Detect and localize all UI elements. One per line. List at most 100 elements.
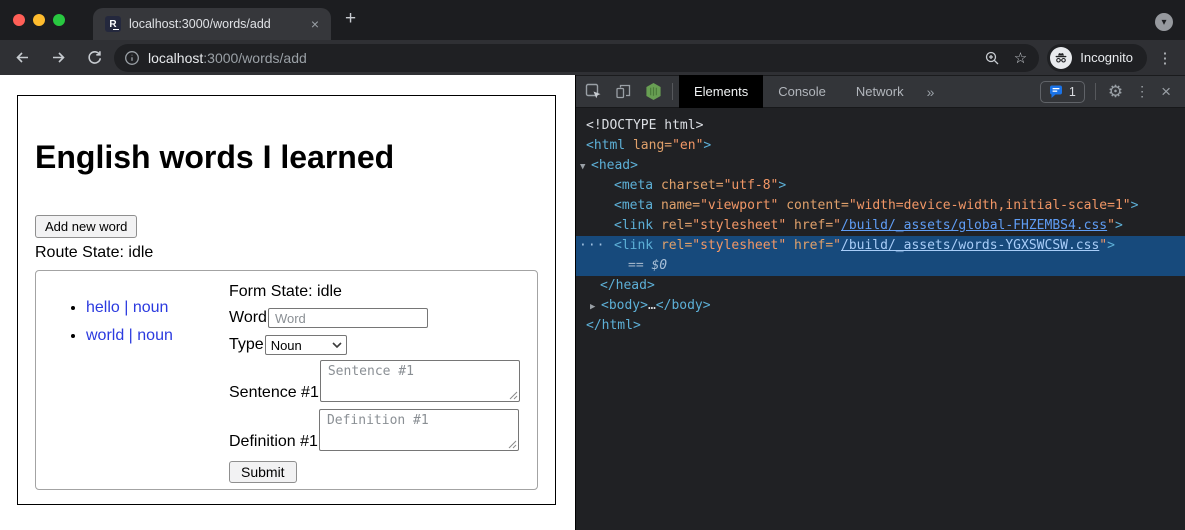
list-item: world | noun: [86, 327, 229, 345]
tab-network[interactable]: Network: [841, 75, 919, 108]
reload-icon: [86, 49, 103, 66]
code-token: ==: [628, 258, 651, 273]
browser-tab[interactable]: R localhost:3000/words/add ×: [93, 8, 331, 40]
word-label: Word: [229, 309, 267, 327]
node-hexagon-icon: [645, 82, 662, 101]
code-token: "width=device-width,initial-scale=1": [849, 198, 1131, 213]
incognito-icon: [1050, 47, 1072, 69]
code-token: <!DOCTYPE html>: [586, 118, 703, 133]
code-token: ": [833, 238, 841, 253]
tab-search-chevron-icon[interactable]: ▾: [1155, 13, 1173, 31]
code-token: content=: [778, 198, 848, 213]
word-link-world[interactable]: world | noun: [86, 327, 173, 344]
reload-button[interactable]: [78, 42, 110, 74]
dom-tree-node[interactable]: <meta name="viewport" content="width=dev…: [576, 196, 1185, 216]
device-toolbar-button[interactable]: [610, 79, 636, 105]
tab-title: localhost:3000/words/add: [129, 17, 307, 31]
list-item: hello | noun: [86, 299, 229, 317]
dom-tree-node[interactable]: ···<link rel="stylesheet" href="/build/_…: [576, 236, 1185, 256]
issues-count: 1: [1069, 85, 1076, 99]
code-token: ": [833, 218, 841, 233]
tab-console[interactable]: Console: [763, 75, 841, 108]
dom-tree-node[interactable]: ▼<head>: [576, 156, 1185, 176]
code-token: <link: [614, 218, 653, 233]
dom-tree: <!DOCTYPE html><html lang="en">▼<head><m…: [576, 108, 1185, 530]
stylesheet-link[interactable]: /build/_assets/global-FHZEMBS4.css: [841, 218, 1107, 233]
fullscreen-window-button[interactable]: [53, 14, 65, 26]
add-new-word-button[interactable]: Add new word: [35, 215, 137, 238]
incognito-label: Incognito: [1080, 50, 1133, 65]
sentence-textarea[interactable]: [320, 360, 520, 402]
tree-expand-icon[interactable]: ▼: [580, 157, 591, 177]
code-token: charset=: [653, 178, 723, 193]
sentence-label: Sentence #1: [229, 384, 319, 402]
code-token: name=: [653, 198, 700, 213]
code-token: <link: [614, 238, 653, 253]
zoom-page-button[interactable]: [984, 50, 1000, 66]
tab-elements[interactable]: Elements: [679, 75, 763, 108]
page-title: English words I learned: [35, 140, 538, 175]
code-token: >: [1131, 198, 1139, 213]
form-state-text: Form State: idle: [229, 283, 525, 301]
issues-bubble-icon: [1049, 85, 1063, 99]
dom-tree-node[interactable]: <html lang="en">: [576, 136, 1185, 156]
close-window-button[interactable]: [13, 14, 25, 26]
inspect-element-button[interactable]: [580, 79, 606, 105]
code-token: href=: [786, 218, 833, 233]
code-token: ": [1099, 238, 1107, 253]
code-token: "viewport": [700, 198, 778, 213]
code-token: <head>: [591, 158, 638, 173]
browser-menu-button[interactable]: ⋮: [1155, 49, 1175, 67]
incognito-badge: Incognito: [1047, 44, 1147, 72]
code-token: …: [648, 298, 656, 313]
dom-tree-node[interactable]: <link rel="stylesheet" href="/build/_ass…: [576, 216, 1185, 236]
code-token: >: [703, 138, 711, 153]
word-input[interactable]: [268, 308, 428, 328]
stylesheet-link[interactable]: /build/_assets/words-YGXSWCSW.css: [841, 238, 1099, 253]
code-token: lang=: [625, 138, 672, 153]
device-toggle-icon: [615, 83, 632, 100]
back-button[interactable]: [6, 42, 38, 74]
definition-textarea[interactable]: [319, 409, 519, 451]
browser-toolbar: localhost:3000/words/add ☆ Incognito ⋮: [0, 40, 1185, 75]
type-select[interactable]: Noun: [265, 335, 347, 355]
code-token: >: [1107, 238, 1115, 253]
tab-close-icon[interactable]: ×: [307, 16, 323, 32]
tab-strip: R localhost:3000/words/add × + ▾: [0, 0, 1185, 40]
word-link-hello[interactable]: hello | noun: [86, 299, 168, 316]
code-token: "stylesheet": [692, 218, 786, 233]
code-token: $0: [651, 258, 667, 273]
dom-tree-node[interactable]: == $0: [576, 256, 1185, 276]
dom-tree-node[interactable]: <meta charset="utf-8">: [576, 176, 1185, 196]
words-panel: hello | noun world | noun Form State: id…: [35, 270, 538, 490]
forward-arrow-icon: [50, 49, 67, 66]
dom-tree-node[interactable]: </head>: [576, 276, 1185, 296]
dom-tree-node[interactable]: ▶<body>…</body>: [576, 296, 1185, 316]
devtools-close-icon[interactable]: ×: [1161, 82, 1171, 102]
address-bar[interactable]: localhost:3000/words/add ☆: [114, 44, 1039, 72]
dom-tree-node[interactable]: <!DOCTYPE html>: [576, 116, 1185, 136]
issues-counter[interactable]: 1: [1040, 81, 1085, 103]
new-tab-button[interactable]: +: [331, 14, 356, 40]
web-page: English words I learned Add new word Rou…: [0, 75, 575, 530]
code-token: rel=: [653, 238, 692, 253]
nodejs-devtools-button[interactable]: [640, 79, 666, 105]
devtools-menu-icon[interactable]: ⋮: [1135, 83, 1149, 100]
devtools-panel: Elements Console Network » 1 ⚙ ⋮ × <!DOC…: [575, 75, 1185, 530]
code-token: "stylesheet": [692, 238, 786, 253]
dom-tree-node[interactable]: </html>: [576, 316, 1185, 336]
route-state-text: Route State: idle: [35, 244, 538, 262]
code-token: "utf-8": [724, 178, 779, 193]
devtools-toolbar: Elements Console Network » 1 ⚙ ⋮ ×: [576, 75, 1185, 108]
tree-expand-icon[interactable]: ▶: [590, 297, 601, 317]
settings-gear-icon[interactable]: ⚙: [1108, 82, 1123, 102]
submit-button[interactable]: Submit: [229, 461, 297, 483]
forward-button[interactable]: [42, 42, 74, 74]
bookmark-star-icon[interactable]: ☆: [1014, 49, 1027, 67]
minimize-window-button[interactable]: [33, 14, 45, 26]
site-info-icon[interactable]: [124, 50, 140, 66]
inspect-cursor-icon: [585, 83, 602, 100]
node-more-actions-icon[interactable]: ···: [579, 236, 605, 256]
code-token: </html>: [586, 318, 641, 333]
more-tabs-icon[interactable]: »: [919, 84, 943, 100]
